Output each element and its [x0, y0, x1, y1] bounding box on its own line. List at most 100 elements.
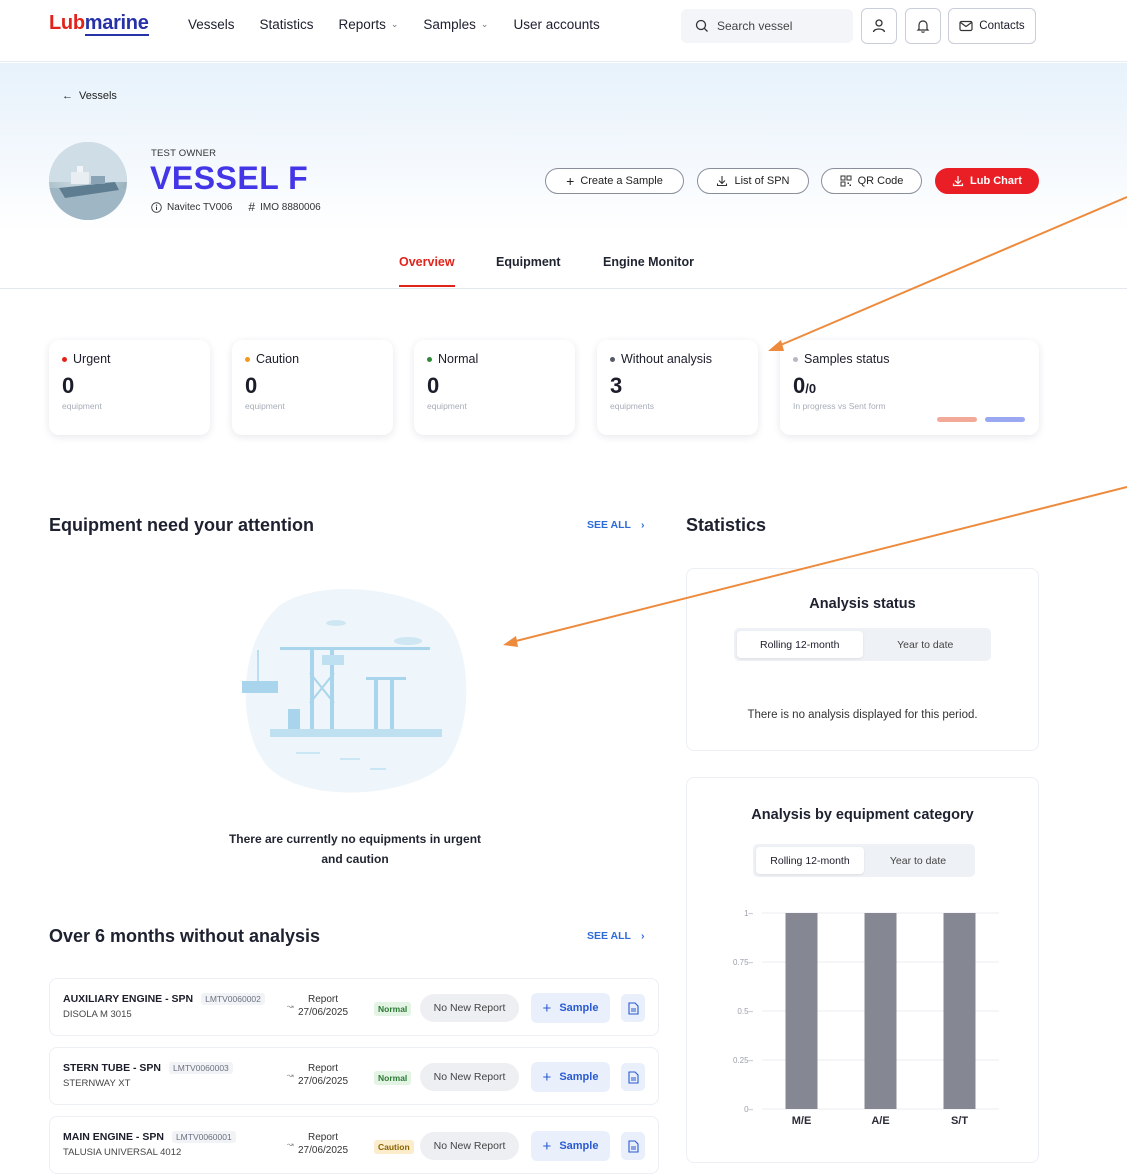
user-profile-button[interactable]: [861, 8, 897, 44]
download-icon: [717, 176, 728, 187]
info-icon: [151, 201, 162, 213]
no-analysis-message: There is no analysis displayed for this …: [747, 709, 978, 721]
navitec-id: Navitec TV006: [151, 202, 232, 213]
main-nav-links: Vessels Statistics Reports ⌄ Samples ⌄ Use…: [188, 17, 600, 32]
document-icon: [627, 1070, 639, 1084]
status-card-urgent[interactable]: Urgent 0 equipment: [49, 340, 210, 435]
x-tick-label: M/E: [792, 1115, 812, 1127]
document-icon: [627, 1001, 639, 1015]
chart-bar: [943, 913, 976, 1109]
lub-chart-button[interactable]: Lub Chart: [935, 168, 1039, 194]
over6-see-all-link[interactable]: SEE ALL ›: [587, 930, 644, 942]
document-icon: [627, 1139, 639, 1153]
y-tick-label: 1–: [744, 909, 753, 918]
view-report-button[interactable]: [621, 994, 645, 1022]
nav-user-accounts[interactable]: User accounts: [513, 17, 599, 32]
chart-bar: [785, 913, 818, 1109]
nav-samples[interactable]: Samples ⌄: [423, 17, 488, 32]
segment-year-to-date[interactable]: Year to date: [863, 631, 989, 658]
analysis-status-panel: Analysis status Rolling 12-month Year to…: [686, 568, 1039, 751]
equipment-code: LMTV0060002: [201, 993, 265, 1005]
port-crane-illustration: [242, 589, 467, 793]
table-row[interactable]: MAIN ENGINE - SPN LMTV0060001 TALUSIA UNI…: [49, 1116, 659, 1174]
qr-code-icon: [840, 175, 852, 187]
table-row[interactable]: AUXILIARY ENGINE - SPN LMTV0060002 DISOLA…: [49, 978, 659, 1036]
segment-rolling-12-month[interactable]: Rolling 12-month: [756, 847, 864, 874]
list-of-spn-button[interactable]: List of SPN: [697, 168, 809, 194]
vessel-name: VESSEL F: [150, 160, 309, 196]
sent-form-bar: [985, 417, 1025, 422]
x-tick-label: A/E: [871, 1115, 889, 1127]
attention-empty-message: There are currently no equipments in urg…: [228, 832, 482, 866]
normal-count: 0: [427, 373, 440, 398]
tab-engine-monitor[interactable]: Engine Monitor: [603, 255, 694, 269]
status-card-samples-status[interactable]: Samples status 0/0 In progress vs Sent f…: [780, 340, 1039, 435]
statistics-section-title: Statistics: [686, 515, 767, 535]
nav-vessels[interactable]: Vessels: [188, 17, 235, 32]
report-date: ↝ Report 27/06/2025: [287, 994, 349, 1018]
back-to-vessels-link[interactable]: ← Vessels: [62, 90, 117, 102]
y-tick-label: 0.75–: [733, 958, 754, 967]
nav-statistics[interactable]: Statistics: [260, 17, 314, 32]
search-vessel-input[interactable]: Search vessel: [681, 9, 853, 43]
without-analysis-dot-icon: [610, 356, 615, 362]
segment-year-to-date[interactable]: Year to date: [864, 847, 972, 874]
segment-rolling-12-month[interactable]: Rolling 12-month: [737, 631, 863, 658]
lubmarine-logo[interactable]: Lubmarine: [49, 12, 149, 36]
create-sample-button[interactable]: + Create a Sample: [545, 168, 684, 194]
analysis-by-category-panel: Analysis by equipment category Rolling 1…: [686, 777, 1039, 1163]
status-card-without-analysis[interactable]: Without analysis 3 equipments: [597, 340, 758, 435]
y-tick-label: 0.25–: [733, 1056, 754, 1065]
nav-reports[interactable]: Reports ⌄: [339, 17, 399, 32]
add-sample-button[interactable]: + Sample: [531, 1131, 610, 1161]
status-badge: Normal: [374, 1002, 412, 1016]
samples-dot-icon: [793, 356, 798, 362]
no-new-report-chip: No New Report: [420, 1132, 519, 1160]
report-icon: ↝: [287, 1002, 294, 1011]
plus-icon: +: [542, 1137, 552, 1155]
vessel-tabs: Overview Equipment Engine Monitor: [0, 255, 1127, 289]
chevron-right-icon: ›: [640, 519, 645, 531]
equipment-name: MAIN ENGINE - SPN: [63, 1131, 164, 1143]
plus-icon: +: [542, 999, 552, 1017]
attention-section-title: Equipment need your attention: [49, 515, 315, 535]
caution-count: 0: [245, 373, 258, 398]
oil-name: TALUSIA UNIVERSAL 4012: [63, 1147, 182, 1158]
mail-icon: [959, 20, 973, 32]
report-date: ↝ Report 27/06/2025: [287, 1063, 349, 1087]
download-icon: [952, 176, 964, 187]
report-icon: ↝: [287, 1071, 294, 1080]
table-row[interactable]: STERN TUBE - SPN LMTV0060003 STERNWAY XT …: [49, 1047, 659, 1105]
search-placeholder: Search vessel: [717, 19, 793, 33]
oil-name: DISOLA M 3015: [63, 1009, 132, 1020]
vessel-meta: Navitec TV006 # IMO 8880006: [151, 200, 321, 214]
notifications-button[interactable]: [905, 8, 941, 44]
status-badge: Caution: [374, 1140, 414, 1154]
add-sample-button[interactable]: + Sample: [531, 1062, 610, 1092]
attention-see-all-link[interactable]: SEE ALL ›: [587, 519, 644, 531]
status-badge: Normal: [374, 1071, 412, 1085]
search-icon: [695, 19, 708, 32]
analysis-by-category-title: Analysis by equipment category: [751, 807, 974, 823]
view-report-button[interactable]: [621, 1063, 645, 1091]
contacts-button[interactable]: Contacts: [948, 8, 1036, 44]
user-icon: [872, 19, 886, 33]
y-tick-label: 0–: [744, 1105, 753, 1114]
status-card-normal[interactable]: Normal 0 equipment: [414, 340, 575, 435]
tab-equipment[interactable]: Equipment: [496, 255, 561, 269]
analysis-status-title: Analysis status: [809, 596, 916, 612]
equipment-name: AUXILIARY ENGINE - SPN: [63, 993, 194, 1005]
category-bar-chart: 0– 0.25– 0.5– 0.75– 1– M/E A/E S/T: [733, 909, 999, 1127]
arrowhead-icon: [503, 636, 518, 647]
chart-bar: [864, 913, 897, 1109]
status-card-caution[interactable]: Caution 0 equipment: [232, 340, 393, 435]
normal-dot-icon: [427, 356, 432, 362]
add-sample-button[interactable]: + Sample: [531, 993, 610, 1023]
tab-overview[interactable]: Overview: [399, 255, 455, 287]
oil-name: STERNWAY XT: [63, 1078, 131, 1089]
imo-number: # IMO 8880006: [248, 200, 321, 214]
view-report-button[interactable]: [621, 1132, 645, 1160]
hash-icon: #: [248, 200, 256, 214]
qr-code-button[interactable]: QR Code: [821, 168, 922, 194]
plus-icon: +: [566, 173, 575, 189]
